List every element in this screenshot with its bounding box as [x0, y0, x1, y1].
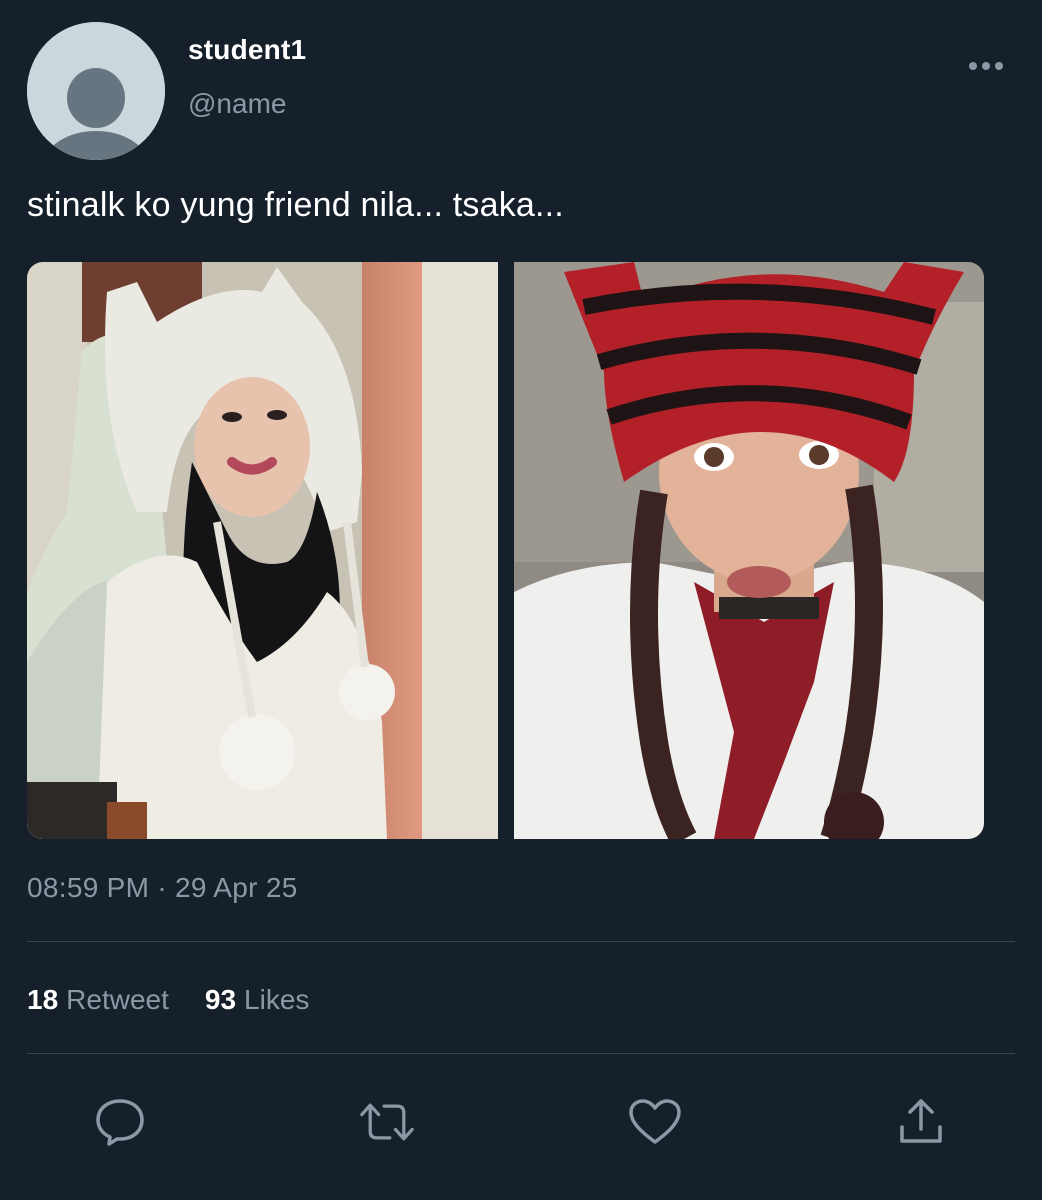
- divider: [27, 1053, 1015, 1054]
- heart-icon: [629, 1099, 681, 1144]
- tweet-detail-page: student1 @name stinalk ko yung friend ni…: [0, 0, 1042, 1200]
- user-handle[interactable]: @name: [188, 88, 286, 120]
- tweet-photo-2[interactable]: [514, 262, 984, 839]
- comment-bubble-icon: [96, 1099, 144, 1146]
- retweet-button[interactable]: [359, 1094, 415, 1150]
- more-horizontal-icon: [969, 62, 1003, 70]
- divider: [27, 941, 1015, 942]
- tweet-timestamp[interactable]: 08:59 PM · 29 Apr 25: [27, 872, 298, 904]
- default-avatar-icon: [27, 22, 165, 160]
- photo-girl-white-knit-hood: [27, 262, 498, 839]
- avatar[interactable]: [27, 22, 165, 160]
- tweet-text: stinalk ko yung friend nila... tsaka...: [27, 186, 564, 224]
- retweet-stat[interactable]: 18 Retweet: [27, 984, 169, 1016]
- retweet-label: Retweet: [66, 984, 169, 1015]
- reply-button[interactable]: [92, 1094, 148, 1150]
- share-upload-icon: [900, 1099, 942, 1143]
- display-name[interactable]: student1: [188, 34, 306, 66]
- tweet-photo-1[interactable]: [27, 262, 498, 839]
- like-button[interactable]: [627, 1094, 683, 1150]
- like-count: 93: [204, 984, 237, 1015]
- retweet-count: 18: [27, 984, 59, 1015]
- retweet-arrows-icon: [360, 1103, 414, 1141]
- engagement-stats: 18 Retweet 93 Likes: [27, 984, 309, 1016]
- more-options-button[interactable]: [962, 48, 1010, 84]
- like-label: Likes: [244, 984, 310, 1015]
- share-button[interactable]: [893, 1094, 949, 1150]
- photo-girl-red-striped-beanie: [514, 262, 984, 839]
- likes-stat[interactable]: 93 Likes: [205, 984, 310, 1016]
